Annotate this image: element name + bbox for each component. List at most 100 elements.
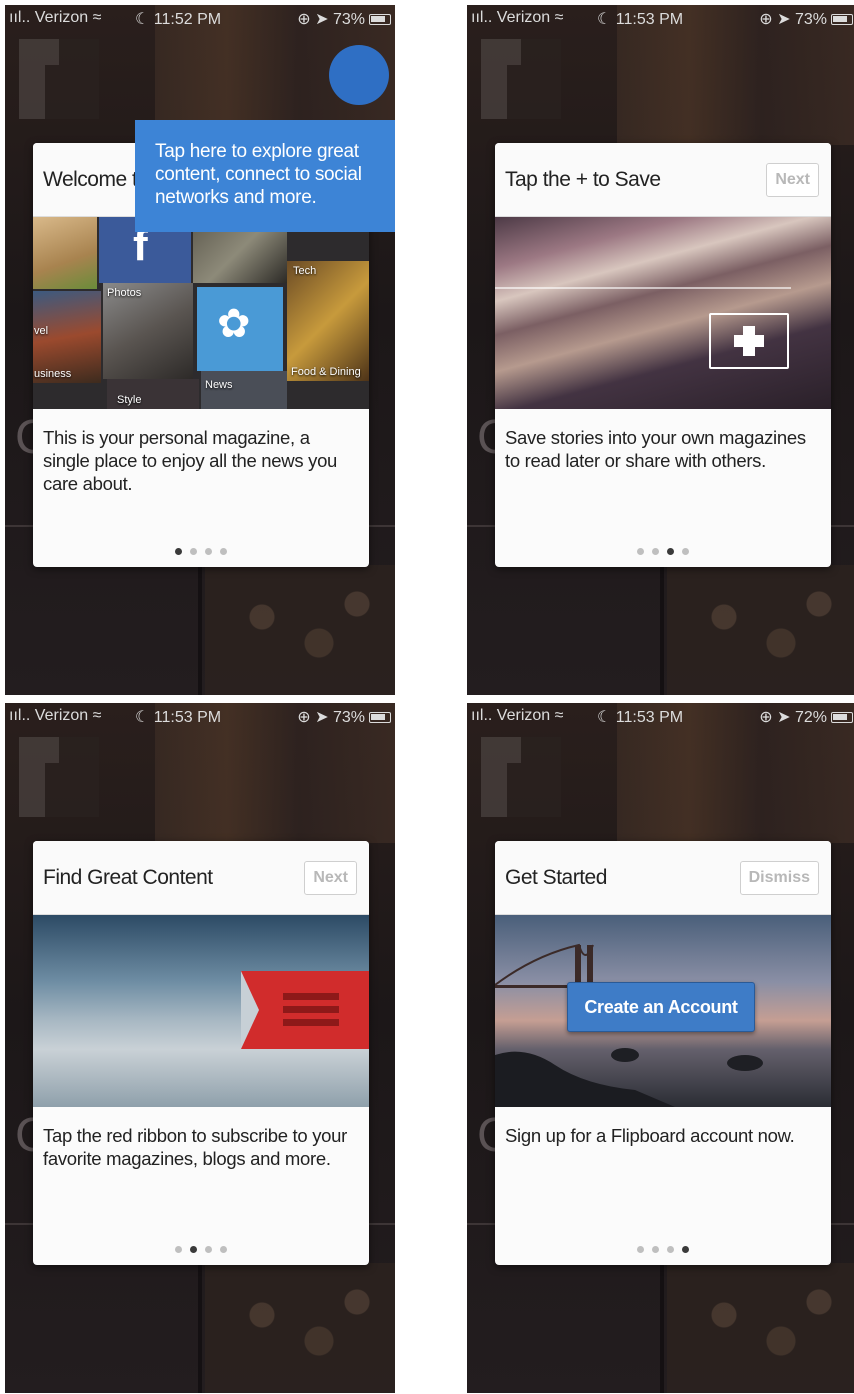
clock: ☾ 11:53 PM	[597, 707, 683, 727]
flipboard-logo-bg	[481, 39, 561, 119]
time: 11:53 PM	[615, 709, 684, 726]
next-button[interactable]: Next	[304, 861, 357, 895]
location-icon: ➤	[315, 11, 329, 28]
page-indicator[interactable]	[33, 548, 369, 555]
next-button[interactable]: Next	[766, 163, 819, 197]
tile-news: News	[201, 371, 287, 409]
lock-rotation-icon: ⊕	[297, 709, 311, 726]
moon-icon: ☾	[597, 11, 612, 28]
explore-tooltip[interactable]: Tap here to explore great content, conne…	[135, 120, 395, 232]
ribbon-icon[interactable]	[241, 971, 369, 1049]
page-dot	[190, 548, 197, 555]
twitter-icon: ✿	[217, 302, 251, 346]
tile-travel: vel usiness	[33, 291, 101, 383]
screen-find-content: C ııl.. Verizon ≈ ☾ 11:53 PM ⊕ ➤ 73% Fin…	[5, 703, 395, 1393]
card-description: This is your personal magazine, a single…	[43, 427, 338, 494]
onboarding-card: Find Great Content Next Tap the red ribb…	[33, 841, 369, 1265]
status-bar: ııl.. Verizon ≈ ☾ 11:52 PM ⊕ ➤ 73%	[5, 5, 395, 31]
card-title: Find Great Content	[43, 866, 213, 889]
battery-icon	[831, 14, 853, 25]
page-dot	[637, 548, 644, 555]
battery-icon	[369, 712, 391, 723]
sky-image	[33, 915, 369, 1107]
tile-twitter: ✿	[197, 287, 283, 371]
card-header: Get Started Dismiss	[495, 841, 831, 915]
battery-percent: 73%	[332, 11, 365, 28]
page-dot	[205, 548, 212, 555]
background-tile	[667, 565, 854, 695]
moon-icon: ☾	[135, 11, 150, 28]
page-dot	[682, 1246, 689, 1253]
flipboard-logo-bg	[19, 737, 99, 817]
page-dot	[205, 1246, 212, 1253]
page-dot	[667, 548, 674, 555]
plus-icon[interactable]	[709, 313, 789, 369]
lock-rotation-icon: ⊕	[297, 11, 311, 28]
battery-percent: 73%	[332, 709, 365, 726]
divider	[495, 287, 791, 289]
tile-style: Style	[107, 379, 199, 409]
page-dot	[637, 1246, 644, 1253]
page-indicator[interactable]	[33, 1246, 369, 1253]
screen-welcome: C ııl.. Verizon ≈ ☾ 11:52 PM ⊕ ➤ 73% Tap…	[5, 5, 395, 695]
create-account-button[interactable]: Create an Account	[567, 982, 755, 1032]
menu-lines	[283, 993, 339, 1032]
time: 11:53 PM	[615, 11, 684, 28]
carrier-name: Verizon	[496, 707, 551, 724]
status-right: ⊕ ➤ 73%	[759, 9, 827, 29]
page-indicator[interactable]	[495, 1246, 831, 1253]
carrier: ııl.. Verizon ≈	[9, 707, 101, 725]
page-dot	[220, 1246, 227, 1253]
background-tile	[205, 1263, 395, 1393]
page-dot	[190, 1246, 197, 1253]
page-dot	[652, 548, 659, 555]
screen-save: C ııl.. Verizon ≈ ☾ 11:53 PM ⊕ ➤ 73% Tap…	[467, 5, 854, 695]
background-tile	[667, 1263, 854, 1393]
wifi-icon: ≈	[554, 9, 564, 26]
onboarding-card: Tap the + to Save Next Save stories into…	[495, 143, 831, 567]
status-bar: ııl.. Verizon ≈ ☾ 11:53 PM ⊕ ➤ 73%	[5, 703, 395, 729]
moon-icon: ☾	[597, 709, 612, 726]
card-description: Sign up for a Flipboard account now.	[505, 1125, 795, 1146]
clock: ☾ 11:53 PM	[135, 707, 221, 727]
explore-hotspot[interactable]	[329, 45, 389, 105]
bridge-image: Create an Account	[495, 915, 831, 1107]
status-bar: ııl.. Verizon ≈ ☾ 11:53 PM ⊕ ➤ 72%	[467, 703, 854, 729]
time: 11:52 PM	[153, 11, 222, 28]
tile-tech: Tech Food & Dining	[287, 261, 369, 381]
carrier-name: Verizon	[34, 707, 89, 724]
signal-icon: ııl..	[9, 707, 31, 724]
card-header: Find Great Content Next	[33, 841, 369, 915]
signal-icon: ııl..	[471, 707, 493, 724]
carrier-name: Verizon	[34, 9, 89, 26]
location-icon: ➤	[777, 709, 791, 726]
tile-label: Photos	[107, 287, 142, 299]
carrier: ııl.. Verizon ≈	[471, 707, 563, 725]
tile-label: vel	[34, 325, 49, 337]
card-description: Tap the red ribbon to subscribe to your …	[43, 1125, 348, 1169]
page-dot	[175, 548, 182, 555]
tile-photos: Photos	[103, 283, 193, 379]
wifi-icon: ≈	[554, 707, 564, 724]
tile-kids	[33, 217, 97, 289]
dismiss-button[interactable]: Dismiss	[739, 861, 819, 895]
card-title: Tap the + to Save	[505, 168, 661, 191]
battery-percent: 73%	[794, 11, 827, 28]
battery-icon	[831, 712, 853, 723]
page-dot	[652, 1246, 659, 1253]
lock-rotation-icon: ⊕	[759, 709, 773, 726]
tile-label: Food & Dining	[291, 366, 361, 378]
card-description: Save stories into your own magazines to …	[505, 427, 806, 471]
wifi-icon: ≈	[92, 707, 102, 724]
battery-icon	[369, 14, 391, 25]
page-dot	[175, 1246, 182, 1253]
page-indicator[interactable]	[495, 548, 831, 555]
background-tile	[205, 565, 395, 695]
carrier: ııl.. Verizon ≈	[9, 9, 101, 27]
signal-icon: ııl..	[9, 9, 31, 26]
status-right: ⊕ ➤ 73%	[297, 9, 365, 29]
page-dot	[220, 548, 227, 555]
tile-label: Tech	[293, 265, 317, 277]
clock: ☾ 11:52 PM	[135, 9, 221, 29]
category-collage: f Photos Tech Food & Dining vel usiness …	[33, 217, 369, 409]
